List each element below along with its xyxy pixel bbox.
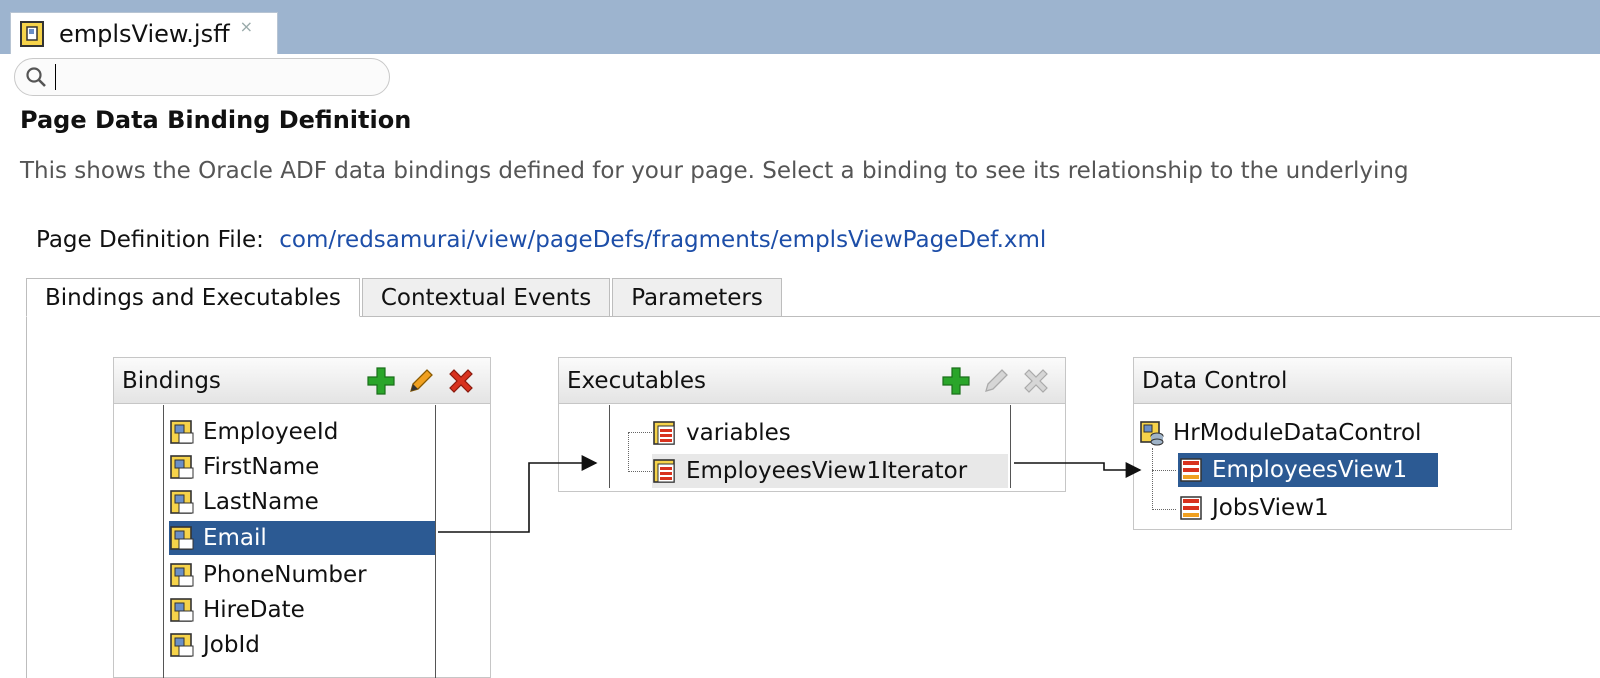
iterator-to-datacontrol-connector [1014,462,1142,478]
email-to-iterator-connector [438,455,598,533]
binding-connectors [438,455,1142,533]
